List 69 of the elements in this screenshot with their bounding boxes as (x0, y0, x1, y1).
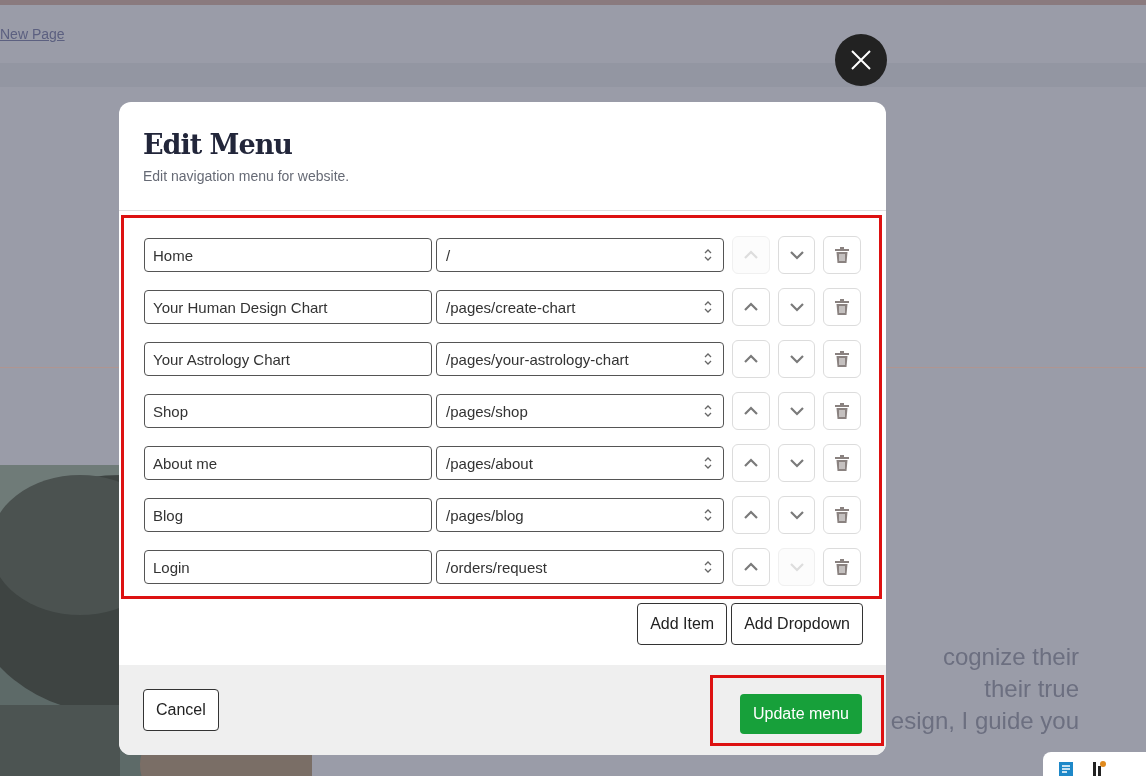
move-down-button[interactable] (777, 340, 816, 378)
up-down-chevron-icon (703, 455, 714, 471)
trash-icon (835, 351, 850, 367)
label-input[interactable]: Your Astrology Chart (144, 342, 433, 376)
chevron-up-icon (742, 302, 759, 312)
chevron-up-icon (742, 250, 759, 260)
trash-icon (835, 559, 850, 575)
url-select[interactable]: /orders/request (436, 550, 725, 584)
up-down-chevron-icon (703, 403, 714, 419)
label-input[interactable]: Login (144, 550, 433, 584)
move-up-button[interactable] (732, 444, 770, 482)
url-select[interactable]: /pages/blog (436, 498, 725, 532)
dialog-title: Edit Menu (143, 128, 293, 162)
move-down-button[interactable] (777, 496, 816, 534)
app-icon[interactable] (1091, 760, 1107, 776)
move-up-button[interactable] (732, 340, 770, 378)
trash-icon (835, 403, 850, 419)
close-button[interactable] (835, 34, 887, 86)
add-button[interactable]: Add Dropdown (731, 603, 863, 645)
up-down-chevron-icon (703, 507, 714, 523)
delete-button[interactable] (823, 340, 861, 378)
chevron-down-icon (788, 458, 805, 468)
url-select[interactable]: / (436, 238, 725, 272)
url-select[interactable]: /pages/about (436, 446, 725, 480)
url-select[interactable]: /pages/your-astrology-chart (436, 342, 725, 376)
label-input[interactable]: Home (144, 238, 433, 272)
chevron-down-icon (788, 510, 805, 520)
trash-icon (835, 507, 850, 523)
chevron-up-icon (742, 458, 759, 468)
trash-icon (835, 455, 850, 471)
delete-button[interactable] (823, 392, 861, 430)
label-input[interactable]: About me (144, 446, 433, 480)
cancel-button[interactable]: Cancel (143, 689, 219, 731)
chevron-down-icon (788, 354, 805, 364)
up-down-chevron-icon (703, 559, 714, 575)
add-button[interactable]: Add Item (637, 603, 728, 645)
close-icon (849, 48, 873, 72)
move-down-button[interactable] (777, 288, 816, 326)
chevron-down-icon (788, 250, 805, 260)
move-down-button[interactable] (777, 444, 816, 482)
up-down-chevron-icon (703, 247, 714, 263)
dialog-subtitle: Edit navigation menu for website. (143, 168, 351, 184)
up-down-chevron-icon (703, 351, 714, 367)
delete-button[interactable] (823, 288, 861, 326)
move-up-button[interactable] (732, 288, 770, 326)
chevron-down-icon (788, 406, 805, 416)
move-up-button[interactable] (732, 392, 770, 430)
chevron-up-icon (742, 354, 759, 364)
move-down-button[interactable] (777, 236, 816, 274)
chevron-up-icon (742, 406, 759, 416)
delete-button[interactable] (823, 236, 861, 274)
trash-icon (835, 299, 850, 315)
up-down-chevron-icon (703, 299, 714, 315)
move-up-button[interactable] (732, 496, 770, 534)
delete-button[interactable] (823, 548, 861, 586)
url-select[interactable]: /pages/shop (436, 394, 725, 428)
chevron-down-icon (788, 302, 805, 312)
trash-icon (835, 247, 850, 263)
move-up-button[interactable] (732, 548, 770, 586)
chevron-up-icon (742, 510, 759, 520)
url-select[interactable]: /pages/create-chart (436, 290, 725, 324)
label-input[interactable]: Blog (144, 498, 433, 532)
label-input[interactable]: Your Human Design Chart (144, 290, 433, 324)
chevron-down-icon (788, 562, 805, 572)
delete-button[interactable] (823, 444, 861, 482)
move-down-button[interactable] (777, 392, 816, 430)
delete-button[interactable] (823, 496, 861, 534)
label-input[interactable]: Shop (144, 394, 433, 428)
chevron-up-icon (742, 562, 759, 572)
